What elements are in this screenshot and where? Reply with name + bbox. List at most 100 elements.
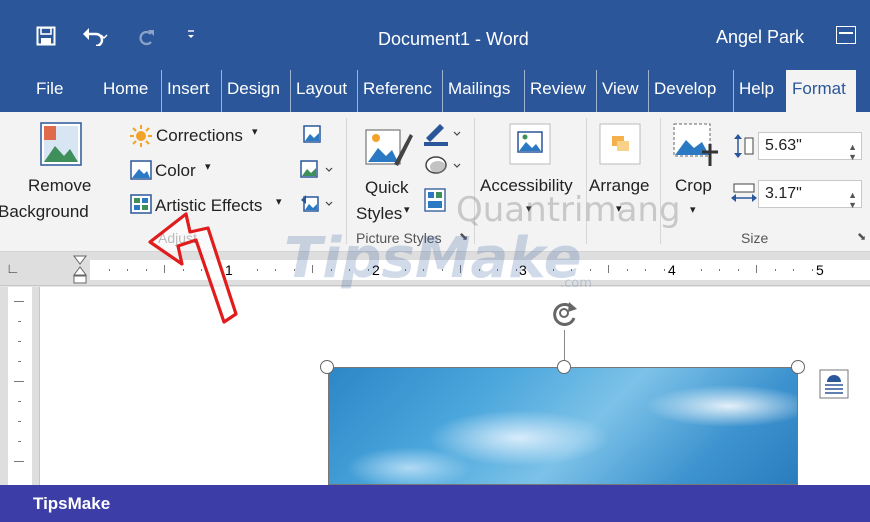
remove-background-line1: Remove	[28, 176, 92, 195]
tab-help[interactable]: Help	[733, 70, 774, 112]
tab-mailings[interactable]: Mailings	[442, 70, 510, 112]
vruler-tick	[14, 461, 24, 462]
tab-format[interactable]: Format	[786, 70, 856, 112]
tipsmake-watermark-suffix: .com	[560, 276, 592, 291]
resize-handle[interactable]	[791, 360, 805, 374]
word-window: Document1 - Word Angel Park File Home In…	[0, 0, 870, 522]
vertical-ruler-page-area	[8, 287, 32, 485]
tipsmake-watermark: TipsMake	[284, 226, 582, 291]
dialog-launcher-icon[interactable]: ⬊	[857, 230, 866, 243]
ruler-tick	[201, 269, 202, 271]
quantrimang-watermark: Quantrimang	[456, 190, 681, 230]
picture-border-icon[interactable]	[424, 122, 464, 151]
ruler-tick	[811, 269, 813, 271]
ruler-tick	[275, 269, 276, 271]
quick-styles-icon	[364, 124, 414, 177]
ruler-number: 5	[816, 262, 824, 278]
crop-icon	[672, 122, 720, 173]
shape-height-value: 5.63"	[765, 137, 802, 154]
shape-height-input[interactable]: 5.63" ▲ ▼	[758, 132, 862, 162]
picture-effects-icon[interactable]	[424, 154, 464, 181]
tab-layout[interactable]: Layout	[290, 70, 347, 112]
vruler-tick	[18, 421, 21, 422]
chevron-down-icon: ▾	[404, 204, 410, 216]
chevron-down-icon: ▾	[276, 196, 282, 208]
quick-styles-line1: Quick	[365, 178, 409, 197]
compress-pictures-icon[interactable]	[302, 124, 322, 149]
vruler-tick	[18, 441, 21, 442]
artistic-effects-icon	[130, 194, 152, 219]
ruler-tick	[108, 269, 110, 271]
vruler-tick	[18, 321, 21, 322]
corrections-icon	[130, 125, 152, 152]
tab-view[interactable]: View	[596, 70, 639, 112]
chevron-down-icon: ▾	[205, 161, 211, 173]
resize-handle[interactable]	[320, 360, 334, 374]
resize-handle[interactable]	[557, 360, 571, 374]
ruler-tick	[756, 265, 757, 273]
ruler-number: 1	[225, 262, 233, 278]
spin-down-icon[interactable]: ▼	[848, 192, 857, 218]
tab-home[interactable]: Home	[103, 70, 148, 112]
ruler-tick	[663, 269, 665, 271]
ruler-tick	[219, 269, 221, 271]
ruler-tick	[737, 269, 739, 271]
document-title: Document1 - Word	[378, 29, 529, 49]
tab-design[interactable]: Design	[221, 70, 280, 112]
ruler-tick	[164, 265, 165, 273]
adjust-group-label: Adjust	[158, 230, 197, 246]
ruler-tick	[793, 269, 794, 271]
ruler-tick	[626, 269, 628, 271]
ribbon-tabs: File Home Insert Design Layout Referenc …	[0, 70, 870, 112]
artistic-effects-label: Artistic Effects	[155, 196, 263, 215]
save-icon[interactable]	[36, 26, 56, 50]
chevron-down-icon: ▾	[252, 126, 258, 138]
footer-bar: TipsMake	[0, 485, 870, 522]
customize-qat-icon[interactable]	[186, 26, 196, 46]
ruler-tick	[256, 269, 258, 271]
vruler-tick	[18, 341, 21, 342]
tab-file[interactable]: File	[36, 70, 63, 112]
remove-background-icon	[40, 122, 82, 171]
reset-picture-icon[interactable]	[300, 194, 334, 219]
accessibility-icon	[508, 122, 552, 171]
color-label: Color	[155, 161, 196, 180]
tab-selector-icon[interactable]: ∟	[6, 260, 20, 276]
remove-background-line2: Background	[0, 202, 89, 221]
arrange-icon	[598, 122, 642, 171]
title-bar: Document1 - Word Angel Park	[0, 0, 870, 70]
layout-options-icon[interactable]	[819, 369, 849, 404]
shape-width-value: 3.17"	[765, 185, 802, 202]
undo-icon[interactable]	[82, 26, 108, 50]
ruler-tick	[774, 269, 776, 271]
spin-down-icon[interactable]: ▼	[848, 144, 857, 170]
color-icon	[130, 160, 152, 185]
selected-picture[interactable]	[328, 367, 798, 485]
shape-width-input[interactable]: 3.17" ▲ ▼	[758, 180, 862, 210]
vruler-tick	[18, 361, 21, 362]
ruler-tick	[645, 269, 646, 271]
user-name[interactable]: Angel Park	[716, 27, 804, 48]
tab-review[interactable]: Review	[524, 70, 586, 112]
change-picture-icon[interactable]	[300, 160, 334, 185]
tab-references[interactable]: Referenc	[357, 70, 440, 112]
redo-icon[interactable]	[137, 26, 155, 50]
tab-developer[interactable]: Develop	[648, 70, 732, 112]
ruler-tick	[127, 269, 128, 271]
vruler-tick	[14, 381, 24, 382]
shape-width-icon	[731, 182, 757, 209]
vruler-tick	[18, 401, 21, 402]
vertical-ruler	[0, 287, 40, 485]
ruler-tick	[182, 269, 184, 271]
ruler-tick	[719, 269, 720, 271]
quick-styles-line2: Styles	[356, 204, 403, 223]
ruler-tick	[700, 269, 702, 271]
ruler-tick	[589, 269, 591, 271]
tab-insert[interactable]: Insert	[161, 70, 210, 112]
ruler-tick	[608, 265, 609, 273]
vruler-tick	[14, 301, 24, 302]
ruler-number: 4	[668, 262, 676, 278]
ruler-tick	[145, 269, 147, 271]
ribbon-display-options-icon[interactable]	[836, 26, 856, 44]
corrections-label: Corrections	[156, 126, 243, 145]
